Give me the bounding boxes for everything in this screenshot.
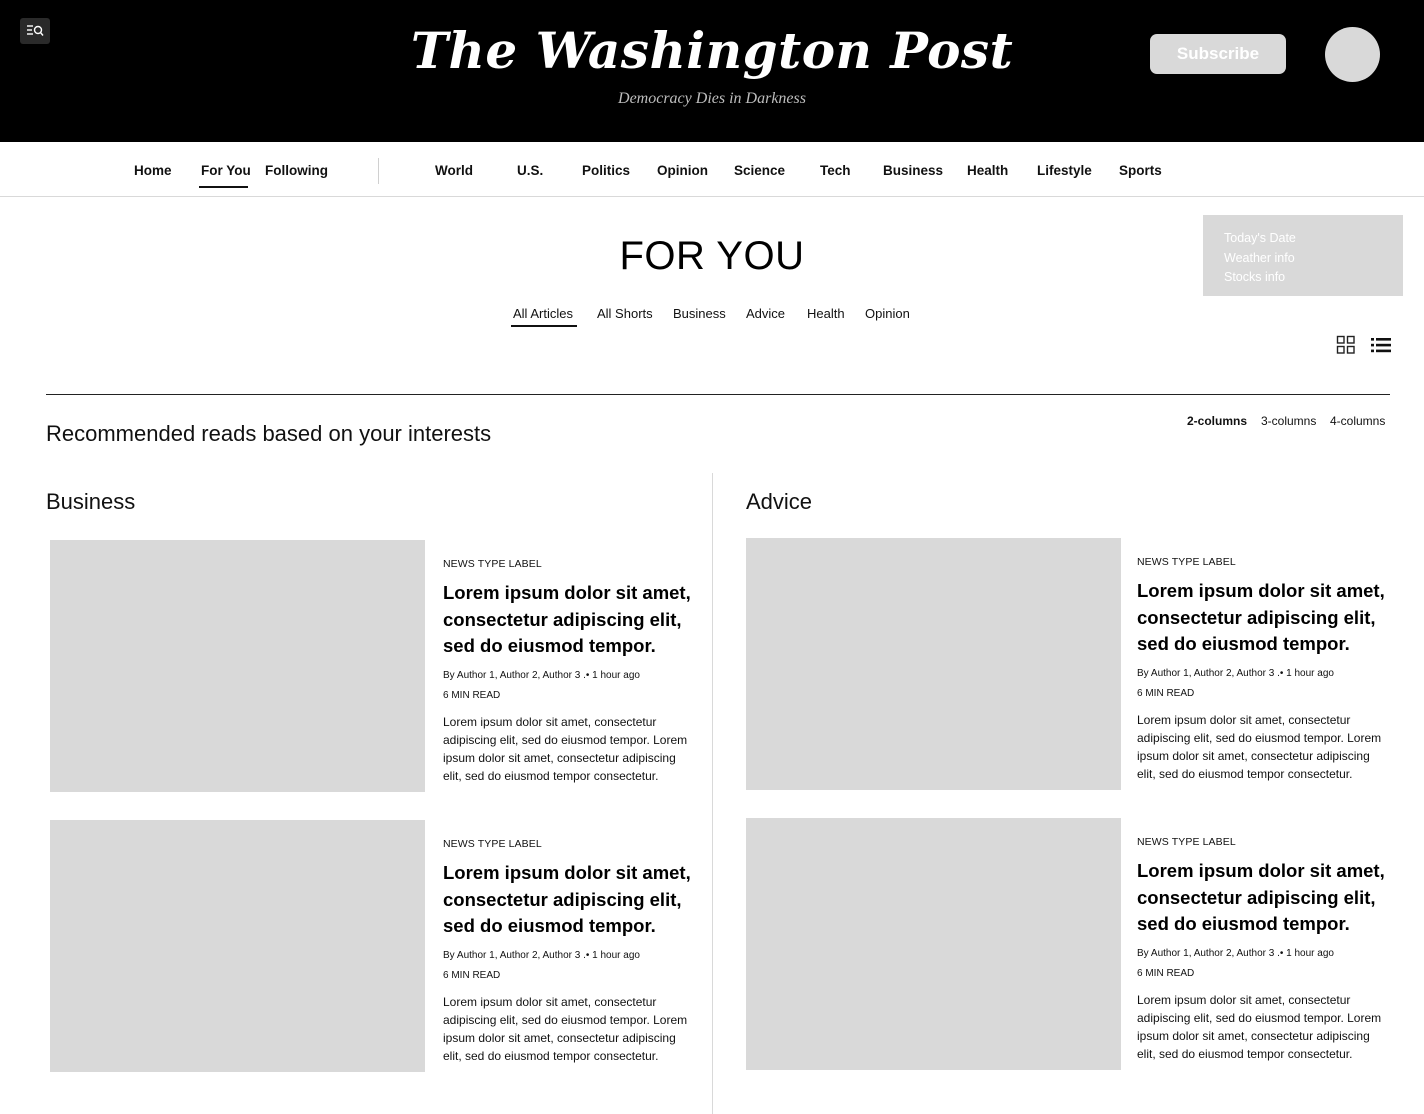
grid-view-icon[interactable] [1336,335,1356,355]
column-option-3[interactable]: 3-columns [1261,414,1316,428]
article-card: NEWS TYPE LABEL Lorem ipsum dolor sit am… [1137,836,1387,1063]
nav-item-sports[interactable]: Sports [1119,163,1162,178]
info-weather: Weather info [1224,250,1295,265]
nav-separator [378,158,379,184]
tab-health[interactable]: Health [807,306,845,321]
nav-item-business[interactable]: Business [883,163,943,178]
site-tagline: Democracy Dies in Darkness [618,90,806,107]
article-card: NEWS TYPE LABEL Lorem ipsum dolor sit am… [1137,556,1387,783]
article-read-time: 6 MIN READ [443,970,501,982]
article-type-label: NEWS TYPE LABEL [443,558,542,570]
nav-item-opinion[interactable]: Opinion [657,163,708,178]
article-title[interactable]: Lorem ipsum dolor sit amet, consectetur … [443,860,693,940]
nav-item-lifestyle[interactable]: Lifestyle [1037,163,1092,178]
article-summary: Lorem ipsum dolor sit amet, consectetur … [1137,993,1382,1062]
article-card: NEWS TYPE LABEL Lorem ipsum dolor sit am… [443,558,693,785]
nav-active-indicator [199,186,248,188]
tab-advice[interactable]: Advice [746,306,785,321]
masthead: The Washington Post Democracy Dies in Da… [0,0,1424,142]
article-image[interactable] [50,820,425,1072]
column-option-2[interactable]: 2-columns [1187,414,1247,428]
nav-item-science[interactable]: Science [734,163,785,178]
article-read-time: 6 MIN READ [443,690,501,702]
article-title[interactable]: Lorem ipsum dolor sit amet, consectetur … [443,580,693,660]
article-image[interactable] [50,540,425,792]
article-image[interactable] [746,818,1121,1070]
column-option-4[interactable]: 4-columns [1330,414,1385,428]
info-stocks: Stocks info [1224,270,1286,284]
tab-all-articles[interactable]: All Articles [513,306,573,321]
article-summary: Lorem ipsum dolor sit amet, consectetur … [443,715,688,784]
article-type-label: NEWS TYPE LABEL [1137,556,1236,568]
article-byline: By Author 1, Author 2, Author 3 .• 1 hou… [443,670,640,682]
subscribe-button[interactable]: Subscribe [1150,34,1286,74]
article-byline: By Author 1, Author 2, Author 3 .• 1 hou… [1137,948,1334,960]
nav-item-tech[interactable]: Tech [820,163,851,178]
article-image[interactable] [746,538,1121,790]
tab-active-indicator [511,325,577,327]
article-summary: Lorem ipsum dolor sit amet, consectetur … [1137,713,1382,782]
article-read-time: 6 MIN READ [1137,968,1195,980]
recommended-heading: Recommended reads based on your interest… [46,421,492,446]
article-type-label: NEWS TYPE LABEL [443,838,542,850]
tab-opinion[interactable]: Opinion [865,306,910,321]
article-title[interactable]: Lorem ipsum dolor sit amet, consectetur … [1137,858,1387,938]
article-summary: Lorem ipsum dolor sit amet, consectetur … [443,995,688,1064]
nav-item-health[interactable]: Health [967,163,1008,178]
article-card: NEWS TYPE LABEL Lorem ipsum dolor sit am… [443,838,693,1065]
nav-item-for-you[interactable]: For You [201,163,251,178]
nav-item-us[interactable]: U.S. [517,163,543,178]
article-byline: By Author 1, Author 2, Author 3 .• 1 hou… [443,950,640,962]
info-date: Today's Date [1224,231,1296,245]
avatar[interactable] [1325,27,1380,82]
column-divider [712,473,713,1114]
info-widget: Today's Date Weather info Stocks info [1203,215,1403,296]
article-type-label: NEWS TYPE LABEL [1137,836,1236,848]
article-byline: By Author 1, Author 2, Author 3 .• 1 hou… [1137,668,1334,680]
tab-all-shorts[interactable]: All Shorts [597,306,653,321]
tab-business[interactable]: Business [673,306,726,321]
section-divider [46,394,1390,395]
category-heading-business[interactable]: Business [46,489,135,515]
nav-item-world[interactable]: World [435,163,473,178]
category-heading-advice[interactable]: Advice [746,489,812,515]
nav-item-following[interactable]: Following [265,163,328,178]
nav-item-politics[interactable]: Politics [582,163,630,178]
article-read-time: 6 MIN READ [1137,688,1195,700]
article-title[interactable]: Lorem ipsum dolor sit amet, consectetur … [1137,578,1387,658]
nav-item-home[interactable]: Home [134,163,172,178]
list-view-icon[interactable] [1370,335,1392,355]
